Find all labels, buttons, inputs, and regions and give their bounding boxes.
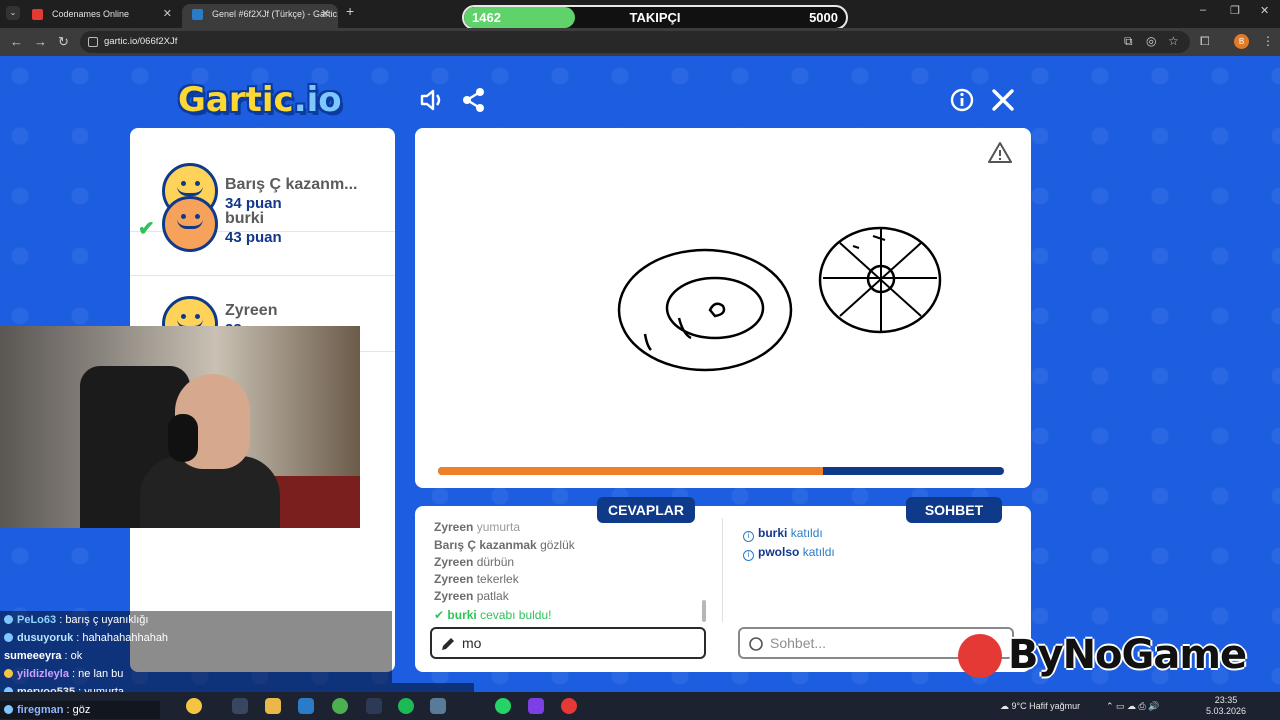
answer-found-item: ✔ burki cevabı buldu! xyxy=(434,608,552,622)
address-bar[interactable]: gartic.io/066f2XJf xyxy=(80,31,1190,53)
follower-target: 5000 xyxy=(809,10,838,25)
answer-item: Zyreen yumurta xyxy=(434,520,521,534)
gartic-favicon-icon xyxy=(192,9,203,20)
answer-item: Barış Ç kazanmak gözlük xyxy=(434,538,575,552)
headphones xyxy=(168,414,198,462)
minimize-icon[interactable]: – xyxy=(1200,4,1206,16)
browser-toolbar: ← → ↻ gartic.io/066f2XJf ⧉ ◎ ☆ ⧠ B ⋮ xyxy=(0,28,1280,56)
profile-avatar[interactable]: B xyxy=(1234,34,1249,49)
close-tab-icon[interactable]: ✕ xyxy=(321,4,330,24)
pencil-icon xyxy=(442,638,454,650)
cloud-rain-icon: ☁ xyxy=(1000,701,1009,711)
answer-input[interactable]: mo xyxy=(430,627,706,659)
info-icon[interactable] xyxy=(948,86,976,114)
follower-goal-bar: 1462 TAKIPÇI 5000 xyxy=(462,5,848,30)
reload-icon[interactable]: ↻ xyxy=(58,34,69,50)
answers-scrollbar[interactable] xyxy=(702,600,706,622)
stream-chat-line: dusuyoruk : hahahahahhahah xyxy=(0,629,392,647)
browser-tab-codenames[interactable]: Codenames Online ✕ xyxy=(22,4,180,28)
info-circle-icon: i xyxy=(743,531,754,542)
clock[interactable]: 23:35 5.03.2026 xyxy=(1206,695,1246,717)
url-text: gartic.io/066f2XJf xyxy=(104,36,178,47)
copilot-icon[interactable] xyxy=(186,698,202,714)
drawing-canvas[interactable] xyxy=(415,128,1031,488)
browser-tab-gartic[interactable]: Genel #6f2XJf (Türkçe) - Gartic.io ✕ xyxy=(182,4,338,28)
eye-off-icon[interactable]: ◎ xyxy=(1146,34,1156,48)
player-row: burki 43 puan xyxy=(130,196,395,276)
task-view-icon[interactable] xyxy=(232,698,248,714)
badge-icon xyxy=(4,633,13,642)
gartic-logo: Gartic.io xyxy=(178,80,342,120)
tab-title: Codenames Online xyxy=(52,9,130,19)
chat-input-placeholder: Sohbet... xyxy=(770,635,827,651)
forward-icon[interactable]: → xyxy=(34,34,47,49)
store-icon[interactable] xyxy=(298,698,314,714)
restore-icon[interactable]: ❐ xyxy=(1230,4,1240,17)
info-circle-icon: i xyxy=(743,550,754,561)
whatsapp-icon[interactable] xyxy=(495,698,511,714)
tab-title: Genel #6f2XJf (Türkçe) - Gartic.io xyxy=(212,9,338,19)
extensions-icon[interactable]: ⧠ xyxy=(1200,34,1210,49)
new-tab-button[interactable]: + xyxy=(346,3,354,19)
drawing xyxy=(617,226,942,372)
player-name: Zyreen xyxy=(225,302,278,319)
site-info-icon[interactable] xyxy=(88,37,98,47)
answer-item: Zyreen tekerlek xyxy=(434,572,519,586)
app-icon[interactable] xyxy=(430,698,446,714)
share-icon[interactable] xyxy=(460,86,488,114)
file-explorer-icon[interactable] xyxy=(265,698,281,714)
answer-item: Zyreen patlak xyxy=(434,589,509,603)
system-message: i pwolso katıldı xyxy=(743,545,835,561)
system-message: i burki katıldı xyxy=(743,526,823,542)
badge-icon xyxy=(4,669,13,678)
close-window-icon[interactable]: ✕ xyxy=(1260,4,1269,17)
discord-icon[interactable] xyxy=(528,698,544,714)
menu-kebab-icon[interactable]: ⋮ xyxy=(1262,34,1274,48)
tab-chat[interactable]: SOHBET xyxy=(906,497,1002,523)
tray-icons[interactable]: ⌃ ▭ ☁ ⎙ 🔊 xyxy=(1106,701,1159,712)
badge-icon xyxy=(4,705,13,714)
stream-chat-line: firegman : göz xyxy=(0,701,160,719)
player-avatar xyxy=(162,196,218,252)
obs-icon[interactable] xyxy=(561,698,577,714)
bynogame-logo-icon xyxy=(958,634,1002,678)
install-icon[interactable]: ⧉ xyxy=(1124,34,1133,49)
chat-divider xyxy=(722,518,723,622)
spotify-icon[interactable] xyxy=(398,698,414,714)
sound-icon[interactable] xyxy=(418,86,446,114)
check-icon: ✔ xyxy=(434,608,445,622)
stream-chat-line: yildizleyla : ne lan bu xyxy=(0,665,392,683)
weather-widget[interactable]: ☁ 9°C Hafif yağmur xyxy=(1000,701,1080,712)
follower-label: TAKIPÇI xyxy=(629,10,681,25)
stream-chat-line: PeLo63 : barış ç uyanıklığı xyxy=(0,611,392,629)
badge-icon xyxy=(4,615,13,624)
streamer-webcam xyxy=(0,326,360,528)
steam-icon[interactable] xyxy=(366,698,382,714)
close-icon[interactable] xyxy=(989,86,1017,114)
report-warning-icon[interactable] xyxy=(988,141,1012,165)
tab-list-button[interactable]: ⌄ xyxy=(6,6,20,20)
round-timer-bar xyxy=(438,467,1004,475)
back-icon[interactable]: ← xyxy=(10,34,23,49)
player-name: burki xyxy=(225,210,265,227)
tab-answers[interactable]: CEVAPLAR xyxy=(597,497,695,523)
answer-input-value: mo xyxy=(462,635,482,651)
player-score: 43 puan xyxy=(225,229,282,246)
bookmark-star-icon[interactable]: ☆ xyxy=(1168,34,1179,48)
round-timer-fill xyxy=(438,467,823,475)
chrome-icon[interactable] xyxy=(332,698,348,714)
answer-item: Zyreen dürbün xyxy=(434,555,515,569)
stream-chat-line: sumeeeyra : ok xyxy=(0,647,392,665)
guessed-check-icon: ✔ xyxy=(138,218,155,240)
chat-bubble-icon xyxy=(749,637,763,651)
codenames-favicon-icon xyxy=(32,9,43,20)
player-name: Barış Ç kazanm... xyxy=(225,176,358,193)
close-tab-icon[interactable]: ✕ xyxy=(163,4,172,24)
